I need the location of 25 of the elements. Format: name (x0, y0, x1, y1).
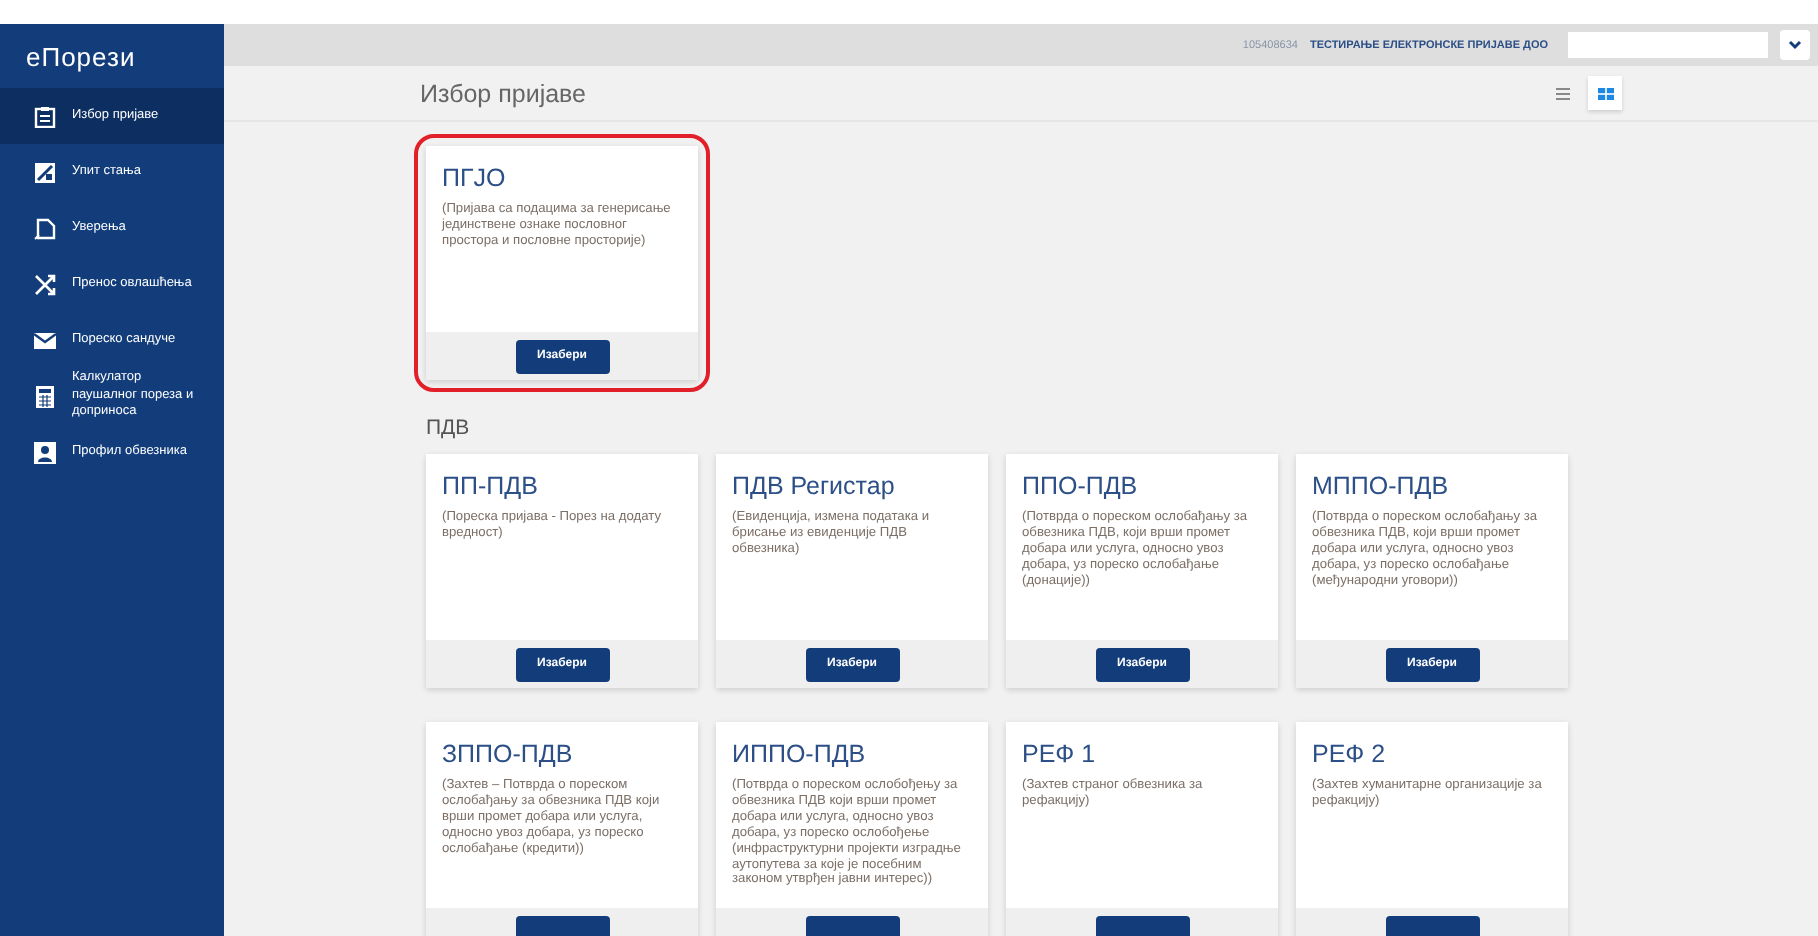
clipboard-icon (33, 105, 55, 127)
card-title: МППО-ПДВ (1312, 472, 1451, 500)
app-logo: еПорези (24, 40, 138, 76)
card-title: ПП-ПДВ (442, 472, 540, 500)
card-title: РЕФ 2 (1312, 740, 1388, 768)
list-icon (1556, 87, 1570, 99)
card-title: ИППО-ПДВ (732, 740, 868, 768)
person-icon (33, 441, 55, 463)
taxpayer-field[interactable] (1568, 32, 1768, 58)
page-title: Избор пријаве (420, 79, 586, 107)
card-title: ППО-ПДВ (1022, 472, 1140, 500)
chevron-down-icon (1788, 40, 1802, 50)
grid-icon (1597, 87, 1613, 99)
card-title: ПДВ Регистар (732, 472, 897, 500)
grid-view-button[interactable] (1588, 76, 1622, 110)
card-title: ПГЈО (442, 164, 508, 192)
envelope-icon (33, 331, 55, 349)
dropdown-button[interactable] (1780, 30, 1810, 60)
card-title: ЗППО-ПДВ (442, 740, 575, 768)
section-heading: ПДВ (426, 416, 472, 440)
shuffle-icon (33, 273, 55, 295)
card-title: РЕФ 1 (1022, 740, 1098, 768)
calculator-icon (35, 385, 53, 407)
document-icon (33, 217, 55, 239)
chart-icon (33, 161, 55, 183)
